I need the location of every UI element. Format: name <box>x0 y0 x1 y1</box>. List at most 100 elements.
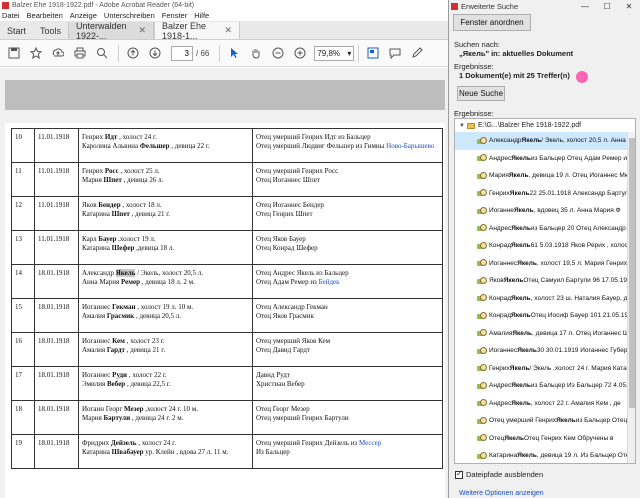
bride-father-text: Отец Генрих Шпет <box>256 210 313 218</box>
search-result-item[interactable]: Конрад Якель , холост 23 ш. Наталия Бауе… <box>455 290 635 308</box>
search-result-item[interactable]: Андрес Якель из Бальцер 20 Отец Александ… <box>455 220 635 238</box>
page-number-input[interactable] <box>171 45 193 61</box>
zoom-out-icon[interactable] <box>268 44 287 63</box>
parents-cell: Отец умерший Генрих Идт из Бальцер Отец у… <box>252 128 443 163</box>
menu-edit[interactable]: Bearbeiten <box>27 11 63 20</box>
search-result-item[interactable]: Генрих Якель / Экель ,холост 24 г. Мария… <box>455 360 635 378</box>
place-link[interactable]: Мессер <box>359 439 381 447</box>
hit-term: Якель <box>517 347 537 355</box>
search-result-item[interactable]: Иоганнес Якель 30 30.01.1919 Иоганнес Гу… <box>455 342 635 360</box>
search-result-item[interactable]: Яков Якель Отец Самуил Бартули 96 17.05.… <box>455 272 635 290</box>
search-result-item[interactable]: Андрес Якель , холост 22 г. Амалия Кем ,… <box>455 395 635 413</box>
minimize-icon[interactable]: — <box>574 2 596 11</box>
star-icon[interactable] <box>26 44 45 63</box>
pen-icon[interactable] <box>407 44 426 63</box>
place-link[interactable]: Бейдек <box>319 278 340 286</box>
zoom-level-select[interactable]: 79,8% ▾ <box>314 45 355 61</box>
bride-father-line: Отец умерший Людвиг Фельшер из Гимны Нов… <box>256 142 439 151</box>
upload-icon[interactable] <box>48 44 67 63</box>
bride-name: Амалия <box>82 346 107 354</box>
document-area[interactable]: 10 11.01.1918 Генрих Идт , холост 24 г. Кар… <box>0 68 448 498</box>
select-cursor-icon[interactable] <box>224 44 243 63</box>
close-icon[interactable]: ✕ <box>224 25 232 36</box>
tab-document-balzer[interactable]: Balzer Ehe 1918-1... ✕ <box>154 21 241 41</box>
search-result-item[interactable]: Амалия Якель , девица 17 л. Отец Иоганне… <box>455 325 635 343</box>
hit-term: Якель <box>511 242 531 250</box>
groom-father-text: Отец Яков Бауер <box>256 235 306 243</box>
search-hit-icon <box>477 154 487 162</box>
record-number-text: 15 <box>15 303 22 311</box>
couple-cell: Фридрих Дейзель , холост 24 г. Катарина Ш… <box>78 434 253 469</box>
groom-father-text: Отец умерший Генрих Идт из Бальцер <box>256 133 371 141</box>
groom-name: Генрих <box>82 167 105 175</box>
hit-suffix: , холост 22 г. Амалия Кем , де <box>530 399 621 407</box>
groom-surname: Бауер <box>98 235 117 243</box>
bride-details: , девица 21 г. <box>124 346 166 354</box>
maximize-icon[interactable]: ☐ <box>596 2 618 11</box>
new-search-button[interactable]: Neue Suche <box>457 86 505 101</box>
hit-suffix: 22 25.01.1918 Александр Бартули 2 <box>529 189 635 197</box>
menu-window[interactable]: Fenster <box>162 11 187 20</box>
search-hit-icon <box>477 224 487 232</box>
search-hit-icon <box>477 171 487 180</box>
scrollbar-thumb[interactable] <box>629 138 635 408</box>
results-scrollbar[interactable] <box>627 132 635 463</box>
next-page-icon[interactable] <box>145 44 164 63</box>
record-date-text: 18.01.1918 <box>38 337 70 345</box>
menu-view[interactable]: Anzeige <box>70 11 97 20</box>
record-date: 18.01.1918 <box>34 366 79 401</box>
bride-line: Амалия Гардт , девица 21 г. <box>82 346 249 355</box>
search-result-item[interactable]: Иоганнес Якель , холост 19,5 л. Мария Ге… <box>455 255 635 273</box>
tab-tools[interactable]: Tools <box>33 22 68 39</box>
bride-surname: Вебер <box>107 380 126 388</box>
hit-suffix: Отец Самуил Бартули 96 17.05.1918 <box>523 277 635 285</box>
menu-file[interactable]: Datei <box>2 11 20 20</box>
record-date-text: 18.01.1918 <box>38 303 70 311</box>
search-hit-icon <box>477 364 487 372</box>
bride-father-text: Отец умерший Людвиг Фельшер из Гимны <box>256 142 387 150</box>
search-result-item[interactable]: Отец Якель Отец Генрих Кем Обручены в <box>455 430 635 448</box>
more-options-link[interactable]: Weitere Optionen anzeigen <box>459 490 544 497</box>
close-icon[interactable]: ✕ <box>138 25 146 36</box>
menu-help[interactable]: Hilfe <box>194 11 209 20</box>
hide-file-paths-label: Dateipfade ausblenden <box>466 470 544 479</box>
hide-file-paths-checkbox[interactable]: Dateipfade ausblenden <box>455 469 544 479</box>
close-icon[interactable]: ✕ <box>618 2 640 11</box>
results-count: 1 Dokument(e) mit 25 Treffer(n) <box>459 71 570 80</box>
search-result-item[interactable]: Отец умерший Генрих Якель из Бальцер Оте… <box>455 412 635 430</box>
search-result-item[interactable]: Андрес Якель из Бальцер Из Бальцер 72 4.… <box>455 377 635 395</box>
previous-page-icon[interactable] <box>123 44 142 63</box>
bride-details: , девица 22 г. <box>169 142 210 150</box>
couple-cell: Иоганнес Гекман , холост 19 л. 10 м. Амал… <box>78 298 253 333</box>
search-icon[interactable] <box>92 44 111 63</box>
search-result-item[interactable]: Андрес Якель из Бальцер Отец Адам Ремер … <box>455 150 635 168</box>
groom-line: Иоганнес Руди , холост 22 г. <box>82 371 249 380</box>
page-layout-icon[interactable] <box>363 44 382 63</box>
results-document-node[interactable]: ▼ E:\G...\Balzer Ehe 1918-1922.pdf <box>455 119 635 132</box>
chevron-down-icon[interactable]: ▼ <box>459 123 465 129</box>
print-icon[interactable] <box>70 44 89 63</box>
menu-sign[interactable]: Unterschreiben <box>104 11 155 20</box>
hit-term: Якель <box>511 312 531 320</box>
place-link[interactable]: Ново-Барышево <box>386 142 434 150</box>
hand-tool-icon[interactable] <box>246 44 265 63</box>
search-result-item[interactable]: Иоганне Якель , вдовец 35 л. Анна Мария … <box>455 202 635 220</box>
groom-father-text: Давид Рудт <box>256 371 290 379</box>
search-result-item[interactable]: Мария Якель , девица 19 л. Отец Иоганнес… <box>455 167 635 185</box>
record-date-text: 18.01.1918 <box>38 269 70 277</box>
search-result-item[interactable]: Конрад Якель Отец Иосиф Бауер 101 21.05.… <box>455 307 635 325</box>
tab-start[interactable]: Start <box>0 22 33 39</box>
search-result-item[interactable]: Катарина Якель , девица 19 л. Из Бальцер… <box>455 447 635 463</box>
arrange-windows-button[interactable]: Fenster anordnen <box>453 14 531 31</box>
bride-details: , девица 24 г. 2 м. <box>130 414 184 422</box>
search-result-item[interactable]: Александр Якель / Экель, холост 20,5 л. … <box>455 132 635 150</box>
comment-icon[interactable] <box>385 44 404 63</box>
search-results-list[interactable]: ▼ E:\G...\Balzer Ehe 1918-1922.pdf Алекс… <box>454 118 636 464</box>
zoom-in-icon[interactable] <box>290 44 309 63</box>
search-result-item[interactable]: Генрих Якель 22 25.01.1918 Александр Бар… <box>455 185 635 203</box>
search-result-item[interactable]: Конрад Якель 61 5.03.1918 Яков Рерих , х… <box>455 237 635 255</box>
tab-document-unterwalden[interactable]: Unterwalden 1922-... ✕ <box>68 21 155 41</box>
groom-father-text: Отец умерший Генрих Росс <box>256 167 339 175</box>
save-icon[interactable] <box>4 44 23 63</box>
checkbox-checked-icon[interactable] <box>455 469 463 479</box>
